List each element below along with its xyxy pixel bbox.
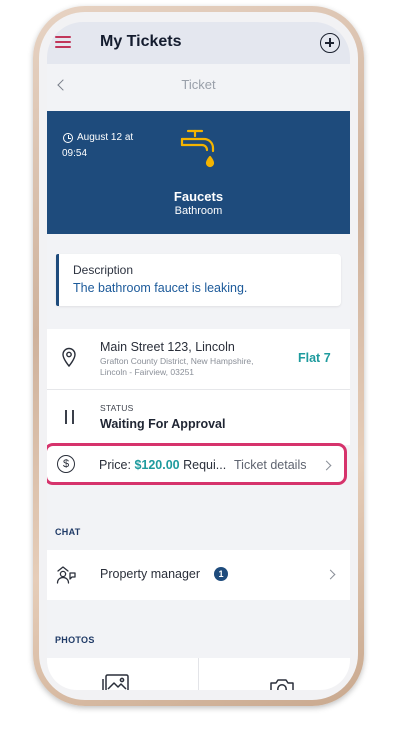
property-manager-label: Property manager xyxy=(100,567,201,581)
phone-bezel: My Tickets Ticket August 12 at 09:54 Fau… xyxy=(39,12,358,700)
dollar-circle-icon: $ xyxy=(57,455,75,473)
photos-row xyxy=(47,658,350,690)
address-row: Main Street 123, Lincoln Grafton County … xyxy=(47,329,350,390)
ticket-time: 09:54 xyxy=(62,148,88,159)
price-text: Price: $120.00 Requi... xyxy=(99,458,226,472)
app-screen: My Tickets Ticket August 12 at 09:54 Fau… xyxy=(47,22,350,690)
chevron-right-icon xyxy=(325,569,336,580)
price-prefix: Price: xyxy=(99,458,131,472)
subheader-title: Ticket xyxy=(181,77,216,92)
gallery-icon[interactable] xyxy=(102,674,130,690)
status-label: STATUS xyxy=(100,403,134,413)
description-card: Description The bathroom faucet is leaki… xyxy=(56,254,341,306)
app-header: My Tickets xyxy=(47,22,350,64)
address-line-1: Main Street 123, Lincoln xyxy=(100,340,235,354)
status-row: STATUS Waiting For Approval xyxy=(47,390,350,445)
unit-label: Flat 7 xyxy=(298,351,331,365)
hamburger-menu-icon[interactable] xyxy=(55,36,71,48)
photos-divider xyxy=(198,658,199,690)
clock-icon xyxy=(63,133,73,143)
page-title: My Tickets xyxy=(100,33,182,50)
camera-icon[interactable] xyxy=(269,676,295,690)
status-value: Waiting For Approval xyxy=(100,417,226,431)
description-accent-bar xyxy=(56,254,59,306)
description-text: The bathroom faucet is leaking. xyxy=(73,281,248,295)
property-manager-icon xyxy=(56,566,76,584)
ticket-title: Faucets xyxy=(173,189,224,204)
address-line-3: Lincoln - Fairview, 03251 xyxy=(100,367,195,377)
ticket-category: Bathroom xyxy=(174,205,223,217)
ticket-details-link[interactable]: Ticket details xyxy=(234,458,306,472)
location-pin-icon xyxy=(62,347,76,367)
add-circle-icon[interactable] xyxy=(320,33,340,53)
chat-section-label: CHAT xyxy=(55,527,81,537)
chat-row-property-manager[interactable]: Property manager 1 xyxy=(47,550,350,600)
description-label: Description xyxy=(73,263,134,277)
price-row[interactable]: $ Price: $120.00 Requi... Ticket details xyxy=(47,443,347,485)
photos-section-label: PHOTOS xyxy=(55,635,95,645)
ticket-subheader: Ticket xyxy=(47,64,350,111)
chevron-right-icon xyxy=(321,460,332,471)
ticket-date: August 12 at xyxy=(77,132,134,143)
ticket-hero: August 12 at 09:54 Faucets Bathroom xyxy=(47,111,350,234)
pause-icon xyxy=(65,410,74,424)
address-line-2: Grafton County District, New Hampshire, xyxy=(100,356,254,366)
price-suffix: Requi... xyxy=(183,458,227,472)
price-amount: $120.00 xyxy=(134,458,180,472)
unread-badge: 1 xyxy=(214,567,228,581)
faucet-icon xyxy=(180,129,215,168)
